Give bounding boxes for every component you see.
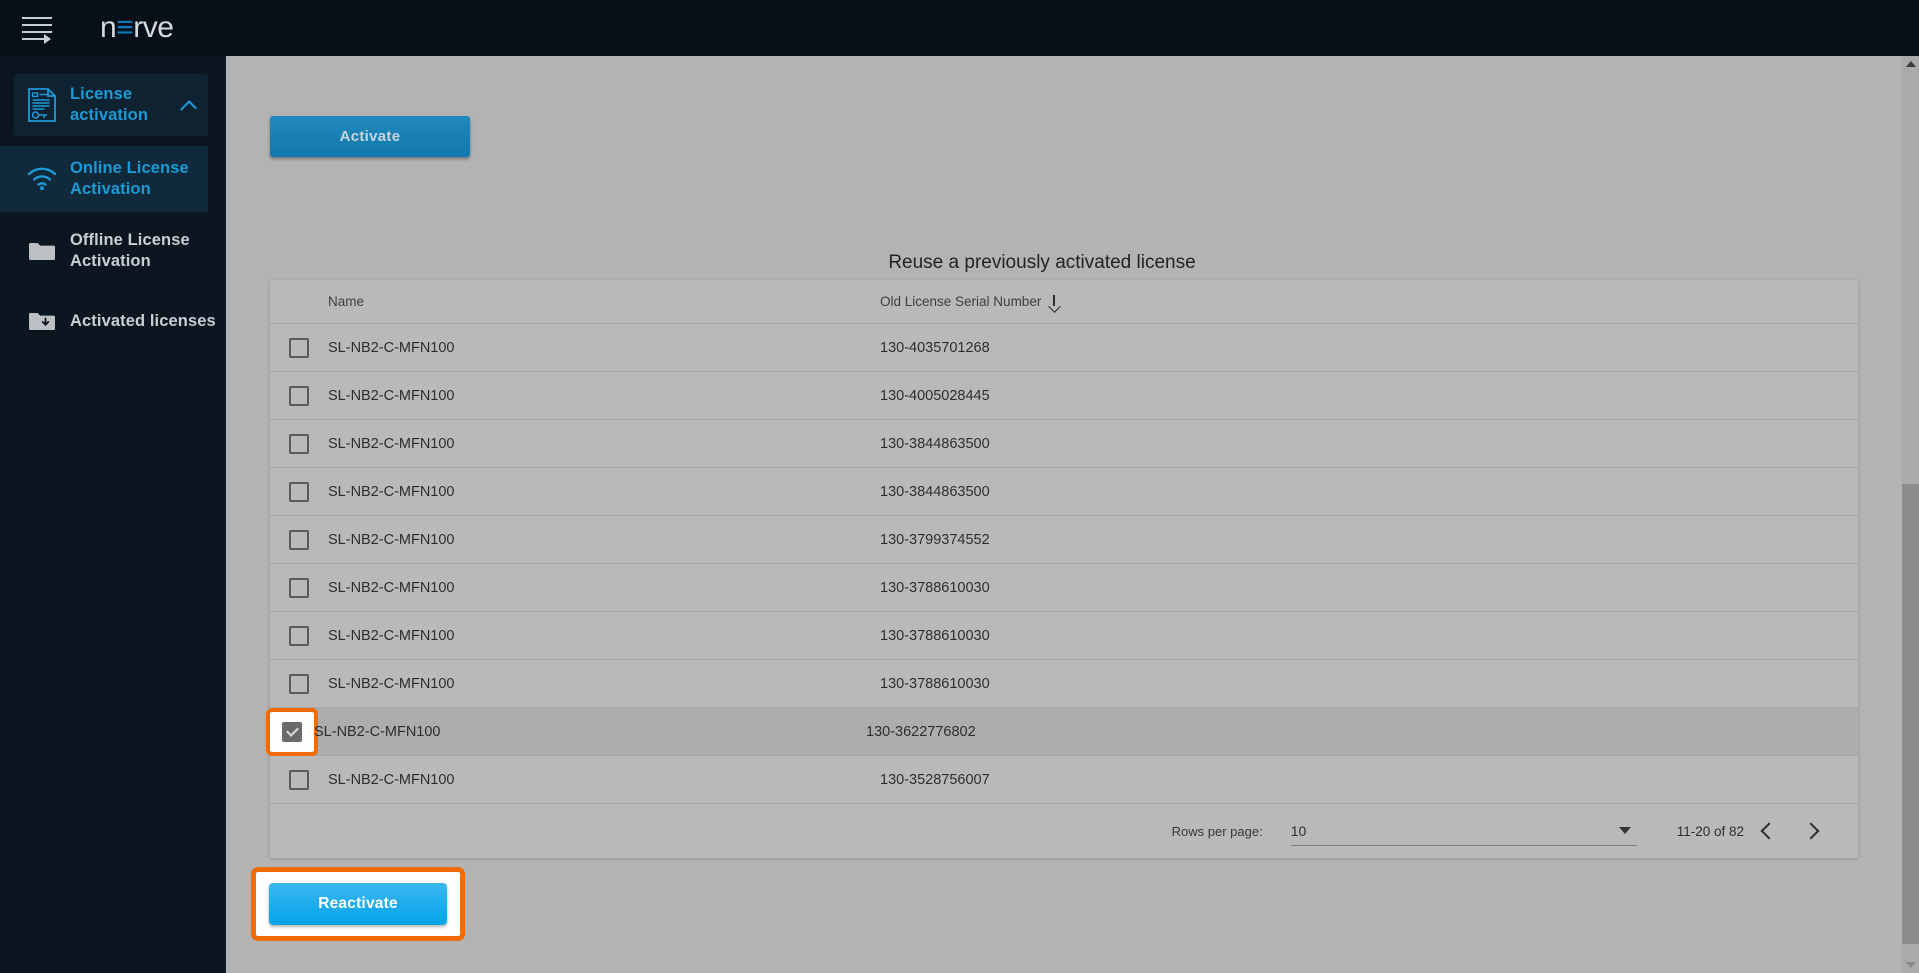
sort-descending-arrow-icon[interactable]: [1048, 294, 1059, 309]
table-footer: Rows per page: 10 11-20 of 82: [270, 804, 1858, 858]
checkbox-unchecked-icon[interactable]: [289, 481, 309, 502]
table-header-row: Name Old License Serial Number: [270, 280, 1858, 324]
caret-down-icon: [1618, 827, 1631, 834]
column-header-serial-label: Old License Serial Number: [880, 294, 1042, 309]
table-row[interactable]: SL-NB2-C-MFN100 130-4005028445: [270, 372, 1858, 420]
row-checkbox-cell[interactable]: [270, 337, 328, 358]
table-row[interactable]: SL-NB2-C-MFN100 130-3622776802: [266, 707, 1858, 756]
license-table-card: Name Old License Serial Number SL-NB2-C-…: [266, 280, 1858, 858]
vertical-scrollbar[interactable]: [1902, 56, 1919, 973]
checkbox-unchecked-icon[interactable]: [289, 433, 309, 454]
brand-text-pre: n: [100, 11, 117, 44]
chevron-left-icon: [1760, 822, 1778, 840]
brand-text-mid: ≡: [116, 11, 134, 44]
table-row[interactable]: SL-NB2-C-MFN100 130-3799374552: [270, 516, 1858, 564]
cell-name: SL-NB2-C-MFN100: [328, 771, 455, 788]
checkbox-unchecked-icon[interactable]: [289, 673, 309, 694]
brand-text-post: rve: [133, 11, 174, 44]
collapse-caret-icon: [44, 34, 51, 44]
app-root: n ≡ rve License activation Online Licens…: [0, 0, 1919, 973]
sidebar: License activation Online License Activa…: [0, 56, 226, 973]
cell-serial: 130-3788610030: [880, 627, 990, 644]
cell-name: SL-NB2-C-MFN100: [328, 675, 455, 692]
top-bar: n ≡ rve: [0, 0, 1919, 56]
hamburger-icon[interactable]: [22, 13, 56, 44]
brand-logo: n ≡ rve: [100, 0, 174, 56]
cell-name: SL-NB2-C-MFN100: [328, 435, 455, 452]
reactivate-button[interactable]: Reactivate: [269, 883, 447, 925]
next-page-button[interactable]: [1790, 808, 1836, 854]
rows-per-page-label: Rows per page:: [1171, 823, 1263, 839]
checkbox-unchecked-icon[interactable]: [289, 625, 309, 646]
cell-name: SL-NB2-C-MFN100: [328, 483, 455, 500]
activate-button[interactable]: Activate: [270, 116, 470, 157]
cell-serial: 130-3799374552: [880, 531, 990, 548]
triangle-up-icon: [1905, 61, 1916, 67]
sidebar-item-label: Online License Activation: [70, 159, 189, 198]
row-checkbox-cell[interactable]: [270, 625, 328, 646]
checkbox-unchecked-icon[interactable]: [289, 577, 309, 598]
reactivate-highlight-box: Reactivate: [251, 867, 465, 941]
sidebar-item-license-activation[interactable]: License activation: [14, 74, 208, 136]
previous-page-button[interactable]: [1744, 808, 1790, 854]
checkbox-unchecked-icon[interactable]: [289, 529, 309, 550]
scrollbar-thumb[interactable]: [1902, 484, 1919, 944]
row-checkbox-cell[interactable]: [270, 481, 328, 502]
cell-serial: 130-3622776802: [866, 723, 976, 740]
pagination-range-label: 11-20 of 82: [1676, 823, 1744, 839]
cell-serial: 130-3844863500: [880, 483, 990, 500]
cell-serial: 130-4005028445: [880, 387, 990, 404]
row-checkbox-cell[interactable]: [270, 769, 328, 790]
table-row[interactable]: SL-NB2-C-MFN100 130-3788610030: [270, 564, 1858, 612]
table-body: SL-NB2-C-MFN100 130-4035701268 SL-NB2-C-MF…: [266, 324, 1858, 804]
sidebar-item-label: Offline License Activation: [70, 231, 190, 270]
cell-name: SL-NB2-C-MFN100: [328, 627, 455, 644]
rows-per-page-value: 10: [1290, 822, 1307, 839]
sidebar-item-offline-license-activation[interactable]: Offline License Activation: [0, 220, 226, 282]
table-title: Reuse a previously activated license: [888, 252, 1196, 273]
cell-serial: 130-3844863500: [880, 435, 990, 452]
column-header-serial[interactable]: Old License Serial Number: [880, 294, 1059, 309]
rows-per-page-select[interactable]: 10: [1290, 816, 1637, 846]
sidebar-item-label: License activation: [70, 85, 149, 124]
folder-icon: [14, 240, 70, 262]
cell-name: SL-NB2-C-MFN100: [328, 387, 455, 404]
triangle-down-icon: [1905, 962, 1916, 968]
row-checkbox-cell[interactable]: [270, 433, 328, 454]
row-checkbox-cell[interactable]: [270, 529, 328, 550]
license-document-icon: [14, 88, 70, 122]
cell-serial: 130-4035701268: [880, 339, 990, 356]
row-checkbox-highlighted[interactable]: [266, 707, 318, 756]
scroll-down-button[interactable]: [1902, 957, 1919, 973]
table-row[interactable]: SL-NB2-C-MFN100 130-3844863500: [270, 468, 1858, 516]
chevron-right-icon: [1802, 822, 1820, 840]
cell-name: SL-NB2-C-MFN100: [328, 579, 455, 596]
checkbox-unchecked-icon[interactable]: [289, 337, 309, 358]
cell-name: SL-NB2-C-MFN100: [328, 531, 455, 548]
cell-serial: 130-3788610030: [880, 579, 990, 596]
sidebar-item-online-license-activation[interactable]: Online License Activation: [0, 146, 208, 212]
row-checkbox-cell[interactable]: [270, 673, 328, 694]
main-content: Activate Reuse a previously activated li…: [226, 56, 1902, 973]
table-row[interactable]: SL-NB2-C-MFN100 130-3528756007: [270, 756, 1858, 804]
sidebar-item-label: Activated licenses: [70, 311, 216, 330]
cell-name: SL-NB2-C-MFN100: [314, 723, 441, 740]
scroll-up-button[interactable]: [1902, 56, 1919, 72]
cell-serial: 130-3528756007: [880, 771, 990, 788]
row-checkbox-cell[interactable]: [270, 385, 328, 406]
checkbox-unchecked-icon[interactable]: [289, 385, 309, 406]
cell-serial: 130-3788610030: [880, 675, 990, 692]
checkbox-checked-icon[interactable]: [282, 721, 302, 742]
table-row[interactable]: SL-NB2-C-MFN100 130-3844863500: [270, 420, 1858, 468]
table-row[interactable]: SL-NB2-C-MFN100 130-3788610030: [270, 612, 1858, 660]
table-row[interactable]: SL-NB2-C-MFN100 130-4035701268: [270, 324, 1858, 372]
sidebar-item-activated-licenses[interactable]: Activated licenses: [0, 290, 226, 352]
checkbox-unchecked-icon[interactable]: [289, 769, 309, 790]
cell-name: SL-NB2-C-MFN100: [328, 339, 455, 356]
column-header-name[interactable]: Name: [328, 294, 880, 309]
folder-download-icon: [14, 310, 70, 332]
row-checkbox-cell[interactable]: [270, 577, 328, 598]
wifi-icon: [14, 167, 70, 191]
table-row[interactable]: SL-NB2-C-MFN100 130-3788610030: [270, 660, 1858, 708]
